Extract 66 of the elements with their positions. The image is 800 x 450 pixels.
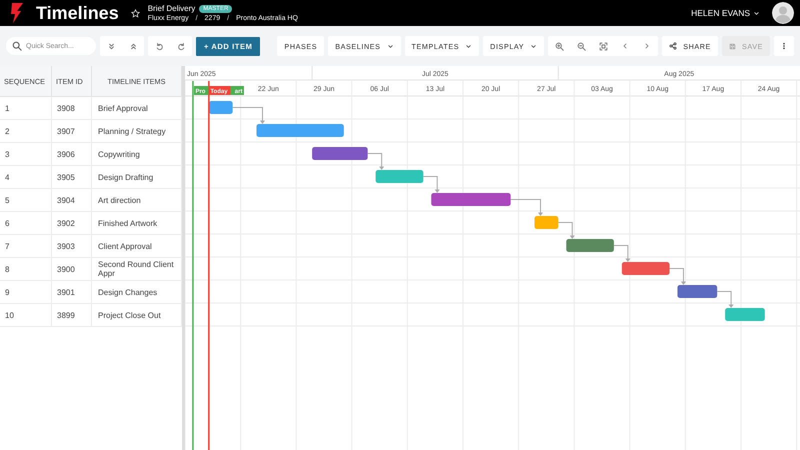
table-cell: 3906 (52, 143, 92, 165)
dependency-arrow (232, 107, 265, 124)
double-chevron-up-icon (128, 42, 138, 50)
chevron-right-icon (643, 42, 652, 50)
star-icon[interactable] (130, 8, 140, 18)
table-cell: 3899 (52, 304, 92, 326)
table-cell: 7 (0, 235, 52, 257)
kebab-menu-icon (780, 41, 788, 51)
table-cell: 10 (0, 304, 52, 326)
dependency-arrow (669, 268, 686, 285)
task-bar[interactable] (208, 101, 233, 114)
undo-icon (154, 42, 164, 50)
table-cell: Art direction (92, 189, 182, 211)
table-cell: Finished Artwork (92, 212, 182, 234)
avatar-icon[interactable] (772, 2, 794, 24)
table-cell: Project Close Out (92, 304, 182, 326)
dependency-arrow (367, 153, 384, 170)
search-icon (12, 41, 22, 51)
chevron-down-icon (386, 42, 394, 50)
app-title: Timelines (36, 2, 119, 24)
table-cell: 3908 (52, 97, 92, 119)
table-cell: 4 (0, 166, 52, 188)
table-cell: 3903 (52, 235, 92, 257)
table-cell: 3 (0, 143, 52, 165)
table-cell: 3901 (52, 281, 92, 303)
chevron-down-icon (465, 42, 472, 50)
more-button[interactable] (774, 36, 794, 56)
table-cell: Planning / Strategy (92, 120, 182, 142)
double-chevron-down-icon (106, 42, 116, 50)
table-cell: Design Drafting (92, 166, 182, 188)
dependency-arrow (716, 291, 734, 308)
chevron-left-icon (621, 42, 630, 50)
table-cell: 3904 (52, 189, 92, 211)
dependency-arrow (558, 222, 575, 239)
table-cell: Brief Approval (92, 97, 182, 119)
table-cell: 3905 (52, 166, 92, 188)
dependency-arrow (422, 176, 440, 193)
chevron-down-icon (753, 10, 760, 16)
save-icon (728, 42, 736, 50)
lightning-logo (10, 3, 24, 23)
chevron-down-icon (530, 42, 538, 50)
redo-icon (176, 42, 186, 50)
project-name: Brief Delivery (148, 4, 196, 13)
table-cell: Copywriting (92, 143, 182, 165)
table-cell: 3900 (52, 258, 92, 280)
table-cell: 5 (0, 189, 52, 211)
fit-screen-icon (598, 42, 608, 50)
dependency-arrow (613, 245, 630, 262)
task-bar[interactable] (622, 262, 670, 275)
table-cell: 3907 (52, 120, 92, 142)
table-cell: Design Changes (92, 281, 182, 303)
table-cell: 1 (0, 97, 52, 119)
task-bar[interactable] (677, 285, 718, 298)
zoom-in-icon (554, 42, 564, 50)
task-bar[interactable] (534, 216, 558, 229)
table-cell: 3902 (52, 212, 92, 234)
table-cell: 8 (0, 258, 52, 280)
table-cell: 9 (0, 281, 52, 303)
table-cell: 2 (0, 120, 52, 142)
table-cell: Second Round Client Appr (92, 258, 182, 280)
share-icon (669, 42, 678, 50)
table-cell: 6 (0, 212, 52, 234)
table-cell: Client Approval (92, 235, 182, 257)
user-name[interactable]: HELEN EVANS (691, 8, 750, 18)
dependency-arrow (510, 199, 543, 216)
zoom-out-icon (576, 42, 586, 50)
